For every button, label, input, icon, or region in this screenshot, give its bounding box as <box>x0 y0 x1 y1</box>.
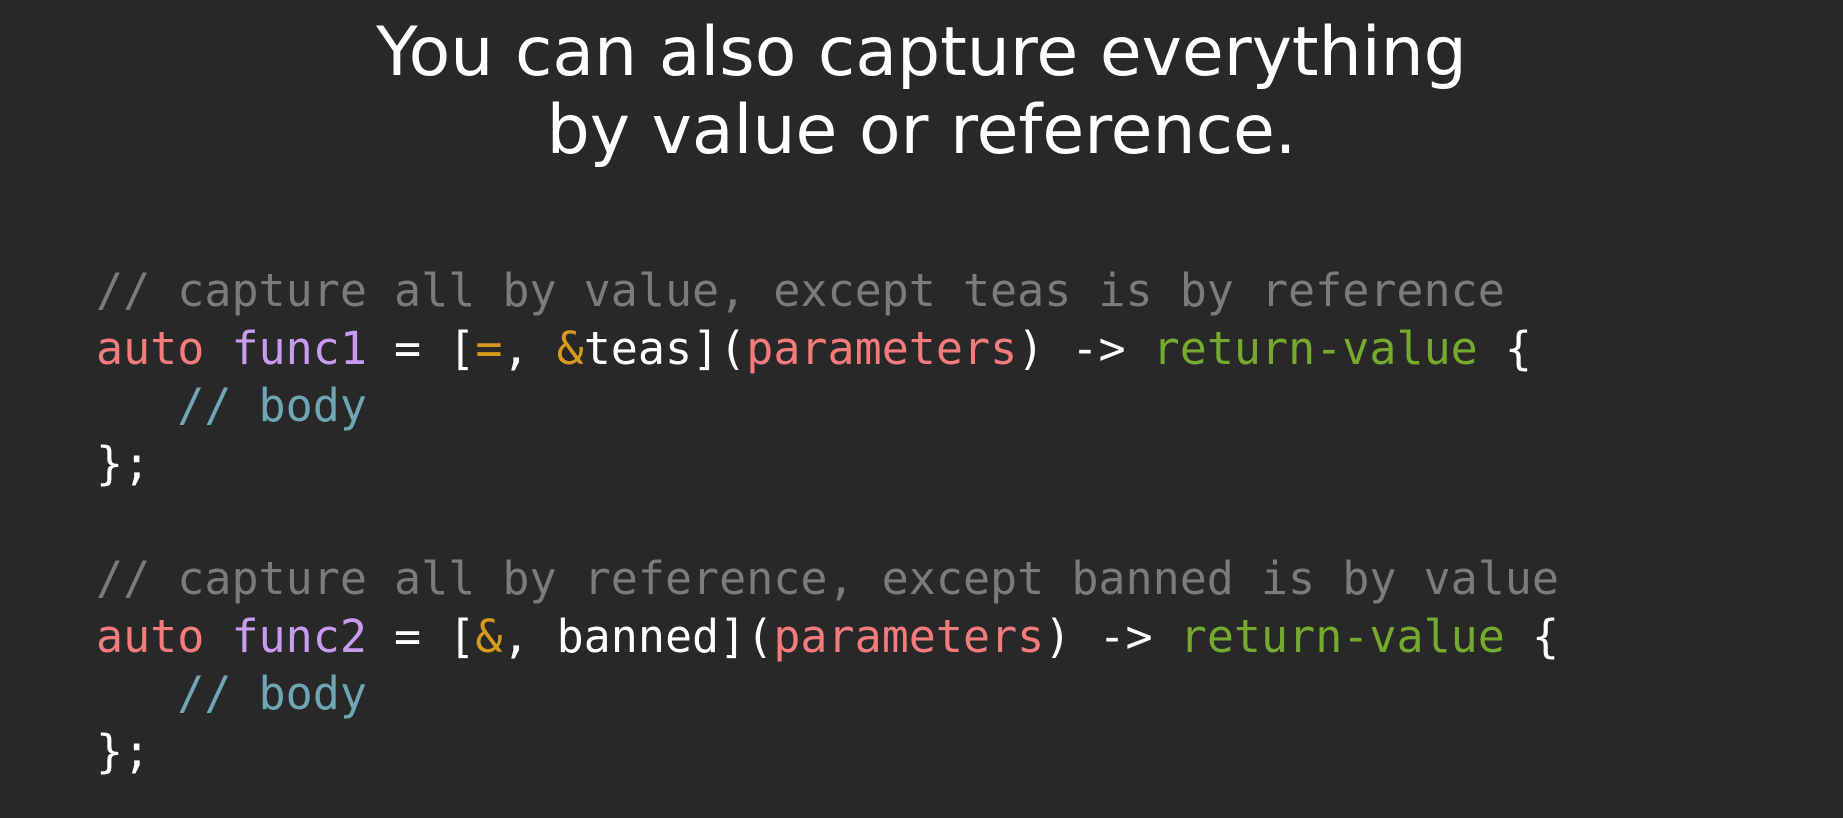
code-punct: , <box>502 609 557 663</box>
code-line: // body <box>96 665 1559 723</box>
code-brace: { <box>1477 321 1532 375</box>
code-arrow: ) -> <box>1044 609 1180 663</box>
code-brace: { <box>1504 609 1560 663</box>
code-parameters: parameters <box>746 321 1018 375</box>
code-line: }; <box>96 723 1559 781</box>
code-comment: // capture all by value, except teas is … <box>96 264 1505 317</box>
code-function-name: func1 <box>231 321 367 375</box>
code-end: }; <box>96 724 151 778</box>
code-punct: = [ <box>366 609 476 663</box>
code-body-comment: // body <box>177 379 367 433</box>
code-return-value: return-value <box>1179 609 1505 663</box>
title-line-1: You can also capture everything <box>376 13 1467 92</box>
code-capture-default: & <box>475 609 503 663</box>
code-line: }; <box>96 435 1559 493</box>
code-line: auto func1 = [=, &teas](parameters) -> r… <box>96 320 1559 378</box>
title-line-2: by value or reference. <box>546 91 1297 170</box>
code-punct: ]( <box>692 321 747 375</box>
code-punct: ]( <box>719 609 774 663</box>
code-keyword: auto <box>96 321 205 375</box>
code-punct: = [ <box>366 321 476 375</box>
code-capture-ref-op: & <box>556 321 584 375</box>
code-line: // capture all by reference, except bann… <box>96 550 1559 608</box>
code-arrow: ) -> <box>1017 321 1153 375</box>
code-keyword: auto <box>96 609 205 663</box>
code-comment: // capture all by reference, except bann… <box>96 551 1559 605</box>
code-capture-var: banned <box>556 609 720 663</box>
code-end: }; <box>96 436 151 490</box>
code-function-name: func2 <box>231 609 367 663</box>
code-parameters: parameters <box>773 609 1045 663</box>
code-block: // capture all by value, except teas is … <box>96 262 1559 780</box>
slide: You can also capture everything by value… <box>0 0 1843 818</box>
code-body-comment: // body <box>177 667 367 721</box>
code-line: auto func2 = [&, banned](parameters) -> … <box>96 608 1559 666</box>
code-return-value: return-value <box>1152 321 1478 375</box>
code-capture-var: teas <box>583 321 693 375</box>
slide-title: You can also capture everything by value… <box>0 14 1843 170</box>
code-line: // body <box>96 377 1559 435</box>
code-line: // capture all by value, except teas is … <box>96 262 1559 320</box>
code-capture-default: = <box>475 321 503 375</box>
code-punct: , <box>502 321 557 375</box>
